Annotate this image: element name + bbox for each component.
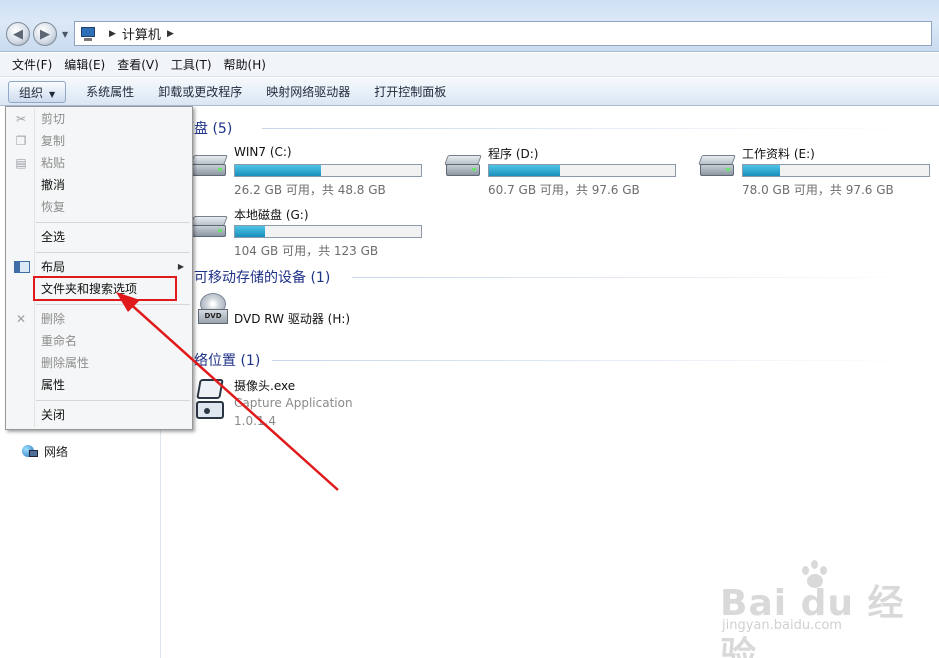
nav-item-network-label: 网络 <box>44 445 69 459</box>
computer-icon <box>79 26 97 41</box>
menu-separator <box>36 304 190 305</box>
scissors-icon: ✂ <box>15 112 27 126</box>
section-heading-removable[interactable]: 有可移动存储的设备 (1) <box>180 267 330 287</box>
hard-drive-icon <box>444 155 482 179</box>
drive-label: WIN7 (C:) <box>234 145 292 159</box>
menu-item-close[interactable]: 关闭 <box>8 405 190 425</box>
organize-menu: ✂ 剪切 ❐ 复制 ▤ 粘贴 撤消 恢复 全选 布局 ▶ 文件夹和搜索选项 ✕ 删除 重命… <box>5 106 193 430</box>
menu-item-label: 删除 <box>41 312 66 326</box>
menu-item-label: 剪切 <box>41 112 66 126</box>
drive-label: 本地磁盘 (G:) <box>234 208 309 222</box>
drive-g[interactable]: 本地磁盘 (G:) 104 GB 可用，共 123 GB <box>190 206 432 258</box>
chevron-right-icon[interactable]: ▶ <box>109 29 116 39</box>
command-bar: 组织 ▼ 系统属性 卸载或更改程序 映射网络驱动器 打开控制面板 <box>0 78 939 106</box>
back-button[interactable]: ◀ <box>6 22 30 46</box>
drive-usage-bar <box>488 164 676 177</box>
clipboard-icon: ▤ <box>15 156 27 170</box>
menu-separator <box>36 400 190 401</box>
system-properties-button[interactable]: 系统属性 <box>74 81 146 103</box>
network-icon <box>22 444 38 459</box>
nav-item-network[interactable]: 网络 <box>22 443 68 460</box>
menu-item-rename[interactable]: 重命名 <box>8 331 190 351</box>
drive-label: 程序 (D:) <box>488 147 539 161</box>
copy-icon: ❐ <box>15 134 27 148</box>
drive-free-space: 78.0 GB 可用，共 97.6 GB <box>742 183 894 197</box>
drive-e[interactable]: 工作资料 (E:) 78.0 GB 可用，共 97.6 GB <box>698 145 939 197</box>
menu-item-remove-properties[interactable]: 删除属性 <box>8 353 190 373</box>
hard-drive-icon <box>190 216 228 240</box>
baidu-watermark: Bai du 经验 jingyan.baidu.com <box>720 560 930 658</box>
forward-button[interactable]: ▶ <box>33 22 57 46</box>
menu-item-redo[interactable]: 恢复 <box>8 197 190 217</box>
menu-item-label: 重命名 <box>41 334 78 348</box>
menu-item-label: 复制 <box>41 134 66 148</box>
address-bar[interactable]: ▶ 计算机 ▶ <box>74 21 932 46</box>
watermark-brand: Bai du 经验 <box>720 583 905 658</box>
delete-x-icon: ✕ <box>15 312 27 326</box>
menu-item-label: 布局 <box>41 260 66 274</box>
camera-device-icon <box>194 379 226 419</box>
caret-down-icon: ▼ <box>49 89 56 99</box>
dvd-drive-label: DVD RW 驱动器 (H:) <box>234 312 351 326</box>
menu-view[interactable]: 查看(V) <box>111 56 165 73</box>
menu-file[interactable]: 文件(F) <box>6 56 58 73</box>
open-control-panel-button[interactable]: 打开控制面板 <box>362 81 458 103</box>
organize-button[interactable]: 组织 ▼ <box>8 80 67 103</box>
menu-item-delete[interactable]: ✕ 删除 <box>8 309 190 329</box>
menu-item-cut[interactable]: ✂ 剪切 <box>8 109 190 129</box>
menu-item-properties[interactable]: 属性 <box>8 375 190 395</box>
map-network-drive-button[interactable]: 映射网络驱动器 <box>254 81 362 103</box>
drive-free-space: 104 GB 可用，共 123 GB <box>234 244 379 258</box>
dvd-icon-label: DVD <box>198 309 228 324</box>
title-bar: ◀ ▶ ▼ ▶ 计算机 ▶ <box>0 0 939 52</box>
dvd-drive-icon: DVD <box>198 293 228 327</box>
submenu-arrow-icon: ▶ <box>177 262 184 271</box>
menu-item-paste[interactable]: ▤ 粘贴 <box>8 153 190 173</box>
recent-pages-dropdown[interactable]: ▼ <box>62 30 68 39</box>
organize-label: 组织 <box>19 85 44 100</box>
menu-item-copy[interactable]: ❐ 复制 <box>8 131 190 151</box>
menu-item-label: 全选 <box>41 230 66 244</box>
menu-tools[interactable]: 工具(T) <box>165 56 218 73</box>
drive-usage-bar <box>234 225 422 238</box>
drive-usage-bar <box>234 164 422 177</box>
network-item-description: Capture Application <box>234 396 353 410</box>
menu-item-label: 删除属性 <box>41 356 90 370</box>
menu-item-select-all[interactable]: 全选 <box>8 227 190 247</box>
drive-free-space: 26.2 GB 可用，共 48.8 GB <box>234 183 386 197</box>
menu-help[interactable]: 帮助(H) <box>218 56 272 73</box>
network-item-name: 摄像头.exe <box>234 379 296 393</box>
layout-icon <box>14 261 30 273</box>
menu-bar: 文件(F) 编辑(E) 查看(V) 工具(T) 帮助(H) <box>0 53 939 77</box>
menu-item-label: 关闭 <box>41 408 66 422</box>
menu-item-label: 属性 <box>41 378 66 392</box>
hard-drive-icon <box>190 155 228 179</box>
annotation-highlight-box <box>33 276 177 301</box>
drive-usage-bar <box>742 164 930 177</box>
network-item-version: 1.0.1.4 <box>234 414 276 428</box>
drive-c[interactable]: WIN7 (C:) 26.2 GB 可用，共 48.8 GB <box>190 145 432 197</box>
arrow-right-icon: ▶ <box>40 26 50 42</box>
menu-item-layout[interactable]: 布局 ▶ <box>8 257 190 277</box>
drive-label: 工作资料 (E:) <box>742 147 815 161</box>
menu-item-undo[interactable]: 撤消 <box>8 175 190 195</box>
section-divider <box>262 128 922 129</box>
section-divider <box>272 360 922 361</box>
uninstall-program-button[interactable]: 卸载或更改程序 <box>146 81 254 103</box>
menu-item-label: 粘贴 <box>41 156 66 170</box>
menu-item-label: 撤消 <box>41 178 66 192</box>
breadcrumb-computer[interactable]: 计算机 <box>122 24 161 43</box>
drive-d[interactable]: 程序 (D:) 60.7 GB 可用，共 97.6 GB <box>444 145 686 197</box>
chevron-right-icon[interactable]: ▶ <box>167 29 174 39</box>
menu-separator <box>36 222 190 223</box>
hard-drive-icon <box>698 155 736 179</box>
watermark-site: jingyan.baidu.com <box>722 618 842 633</box>
menu-item-label: 恢复 <box>41 200 66 214</box>
drive-free-space: 60.7 GB 可用，共 97.6 GB <box>488 183 640 197</box>
menu-edit[interactable]: 编辑(E) <box>58 56 111 73</box>
section-divider <box>352 277 922 278</box>
menu-separator <box>36 252 190 253</box>
arrow-left-icon: ◀ <box>13 26 23 42</box>
